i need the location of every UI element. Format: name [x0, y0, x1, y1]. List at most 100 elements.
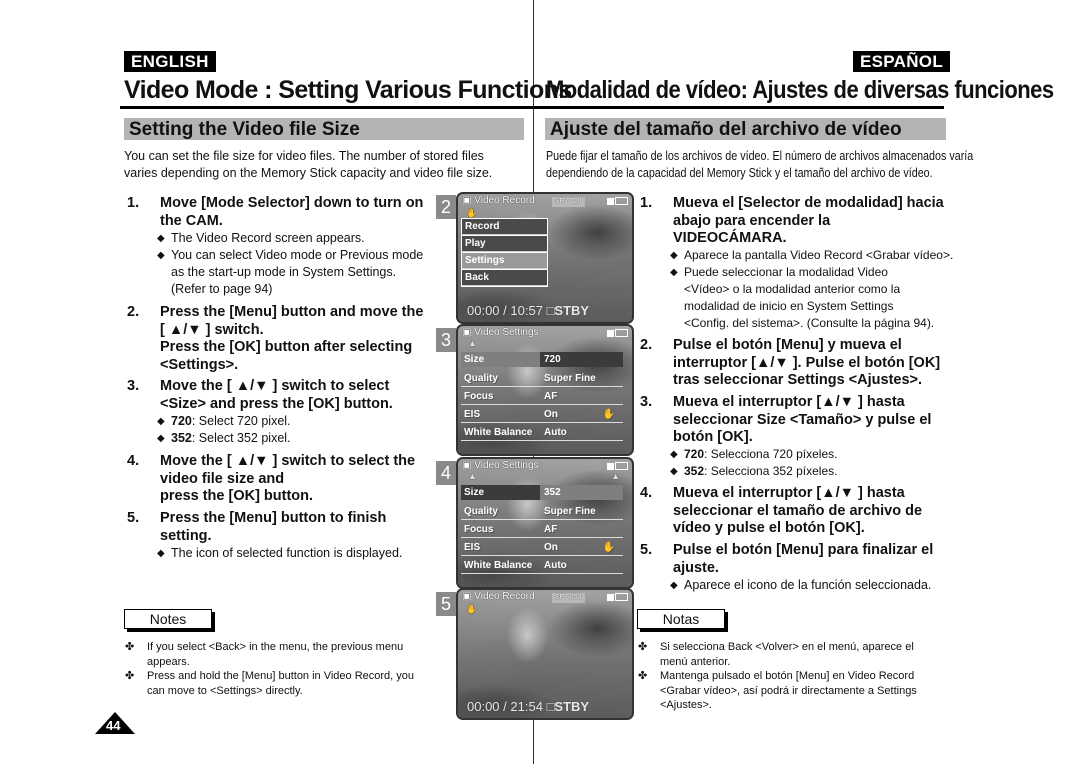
intro-line: varies depending on the Memory Stick cap… — [124, 166, 493, 180]
settings-row-eis[interactable]: EIS On ✋ — [461, 407, 623, 423]
settings-row-quality[interactable]: Quality Super Fine — [461, 371, 623, 387]
settings-row-focus[interactable]: Focus AF — [461, 389, 623, 405]
eis-hand-icon: ✋ — [602, 542, 615, 553]
step-line: [ ▲/▼ ] switch. — [160, 321, 264, 338]
spanish-intro: Puede fijar el tamaño de los archivos de… — [546, 148, 973, 182]
step-line: video file size and — [160, 470, 285, 487]
note-marker-icon: ✤ — [638, 641, 648, 653]
osd-quality-size-badge: SF / 720 — [552, 197, 585, 207]
english-step1-bullet-cont: (Refer to page 94) — [171, 282, 273, 296]
english-step3-bullet-720: 720: Select 720 pixel. — [157, 413, 291, 430]
step-line: interruptor [▲/▼ ]. Pulse el botón [OK] — [673, 354, 941, 371]
step-line: Move [Mode Selector] down to turn on — [160, 195, 424, 211]
spanish-language-badge: ESPAÑOL — [853, 51, 951, 72]
camera-screen-video-record-352: ▣ Video Record SF / 352 ✋ 00:00 / 21:54 … — [456, 588, 634, 720]
step-line: Mueva el interruptor [▲/▼ ] hasta — [673, 485, 905, 501]
english-step1-bullet: You can select Video mode or Previous mo… — [157, 247, 423, 264]
osd-title: ▣ Video Settings — [462, 327, 539, 338]
camcorder-icon: ▣ — [462, 327, 472, 338]
camera-screen-video-record-menu: ▣ Video Record SF / 720 ✋ Record Play Se… — [456, 192, 634, 324]
menu-item-back[interactable]: Back — [462, 270, 547, 286]
english-section-heading: Setting the Video file Size — [124, 118, 524, 140]
note-marker-icon: ✤ — [638, 670, 648, 682]
memory-card-icon — [607, 197, 614, 205]
english-step1-bullet-cont: as the start-up mode in System Settings. — [171, 265, 397, 279]
step-line: Press the [Menu] button to finish — [160, 510, 387, 526]
osd-status-icons — [607, 592, 628, 603]
eis-hand-icon: ✋ — [602, 409, 615, 420]
step-number: 3. — [127, 378, 140, 394]
step-number: 2. — [127, 304, 140, 320]
spanish-section-heading: Ajuste del tamaño del archivo de vídeo — [545, 118, 946, 140]
page-number: 44 — [106, 718, 121, 733]
step-number: 1. — [640, 195, 653, 211]
settings-row-white-balance[interactable]: White Balance Auto — [461, 558, 623, 574]
camera-screen-video-settings-352: ▣ Video Settings ▲ ▲ Size 352 Quality Supe… — [456, 457, 634, 589]
camera-screen-video-settings-720: ▣ Video Settings ▲ Size 720 Quality Super … — [456, 324, 634, 456]
step-line: Press the [OK] button after selecting — [160, 339, 413, 355]
step-number: 3. — [640, 394, 653, 410]
step-line: Move the [ ▲/▼ ] switch to select — [160, 378, 390, 394]
english-title-rule — [120, 106, 533, 109]
spanish-step5-bullet: Aparece el icono de la función seleccion… — [670, 577, 931, 594]
intro-line: dependiendo de la capacidad del Memory S… — [546, 166, 933, 180]
step-line: abajo para encender la — [673, 212, 831, 229]
spanish-step1-bullet: Puede seleccionar la modalidad Video — [670, 264, 888, 281]
eis-icon: ✋ — [466, 604, 478, 614]
step-number: 1. — [127, 195, 140, 211]
step-line: VIDEOCÁMARA. — [673, 230, 787, 246]
osd-time-readout: 00:00 / 21:54 □STBY — [467, 699, 590, 714]
spanish-step1-bullet-cont: <Config. del sistema>. (Consulte la pági… — [684, 316, 935, 330]
spanish-notes-label: Notas — [637, 609, 725, 629]
battery-icon — [615, 329, 628, 338]
english-step1-bullet: The Video Record screen appears. — [157, 230, 365, 247]
memory-card-icon — [607, 329, 614, 337]
step-line: vídeo y pulse el botón [OK]. — [673, 520, 865, 536]
settings-row-white-balance[interactable]: White Balance Auto — [461, 425, 623, 441]
camcorder-icon: ▣ — [462, 195, 472, 206]
step-line: Move the [ ▲/▼ ] switch to select the — [160, 453, 416, 469]
settings-row-size[interactable]: Size 352 — [461, 485, 623, 500]
settings-row-quality[interactable]: Quality Super Fine — [461, 504, 623, 520]
memory-card-icon — [607, 462, 614, 470]
step-line: botón [OK]. — [673, 429, 753, 445]
step-line: seleccionar el tamaño de archivo de — [673, 502, 923, 519]
intro-line: Puede fijar el tamaño de los archivos de… — [546, 149, 974, 163]
note-marker-icon: ✤ — [125, 670, 135, 682]
step-line: Mueva el [Selector de modalidad] hacia — [673, 195, 944, 211]
note-marker-icon: ✤ — [125, 641, 135, 653]
step-line: the CAM. — [160, 212, 223, 229]
spanish-title-rule — [533, 106, 944, 109]
step-line: seleccionar Size <Tamaño> y pulse el — [673, 411, 932, 428]
spanish-page-title: Modalidad de vídeo: Ajustes de diversas … — [546, 76, 1054, 104]
settings-row-eis[interactable]: EIS On ✋ — [461, 540, 623, 556]
osd-title: ▣ Video Record — [462, 195, 535, 206]
settings-row-size[interactable]: Size 720 — [461, 352, 623, 367]
osd-quality-size-badge: SF / 352 — [552, 593, 585, 603]
step-number: 5. — [127, 510, 140, 526]
step-number: 4. — [640, 485, 653, 501]
camcorder-icon: ▣ — [462, 591, 472, 602]
step-line: Pulse el botón [Menu] para finalizar el — [673, 542, 934, 558]
step-line: tras seleccionar Settings <Ajustes>. — [673, 372, 923, 388]
menu-item-settings[interactable]: Settings — [462, 253, 547, 269]
english-page-title: Video Mode : Setting Various Functions — [124, 76, 572, 104]
step-number: 4. — [127, 453, 140, 469]
osd-title: ▣ Video Record — [462, 591, 535, 602]
menu-item-record[interactable]: Record — [462, 219, 547, 235]
step-line: Mueva el interruptor [▲/▼ ] hasta — [673, 394, 905, 410]
step-line: Press the [Menu] button and move the — [160, 304, 424, 320]
step-line: ajuste. — [673, 559, 719, 576]
settings-row-focus[interactable]: Focus AF — [461, 522, 623, 538]
spanish-step1-bullet-cont: <Vídeo> o la modalidad anterior como la — [684, 282, 901, 296]
battery-icon — [615, 197, 628, 206]
screen-step-number: 4 — [436, 461, 456, 485]
step-number: 5. — [640, 542, 653, 558]
step-line: setting. — [160, 527, 212, 544]
menu-item-play[interactable]: Play — [462, 236, 547, 252]
english-step3-bullet-352: 352: Select 352 pixel. — [157, 430, 291, 447]
screen-step-number: 2 — [436, 195, 456, 219]
english-step5-bullet: The icon of selected function is display… — [157, 545, 402, 562]
osd-status-icons — [607, 328, 628, 339]
osd-title: ▣ Video Settings — [462, 460, 539, 471]
